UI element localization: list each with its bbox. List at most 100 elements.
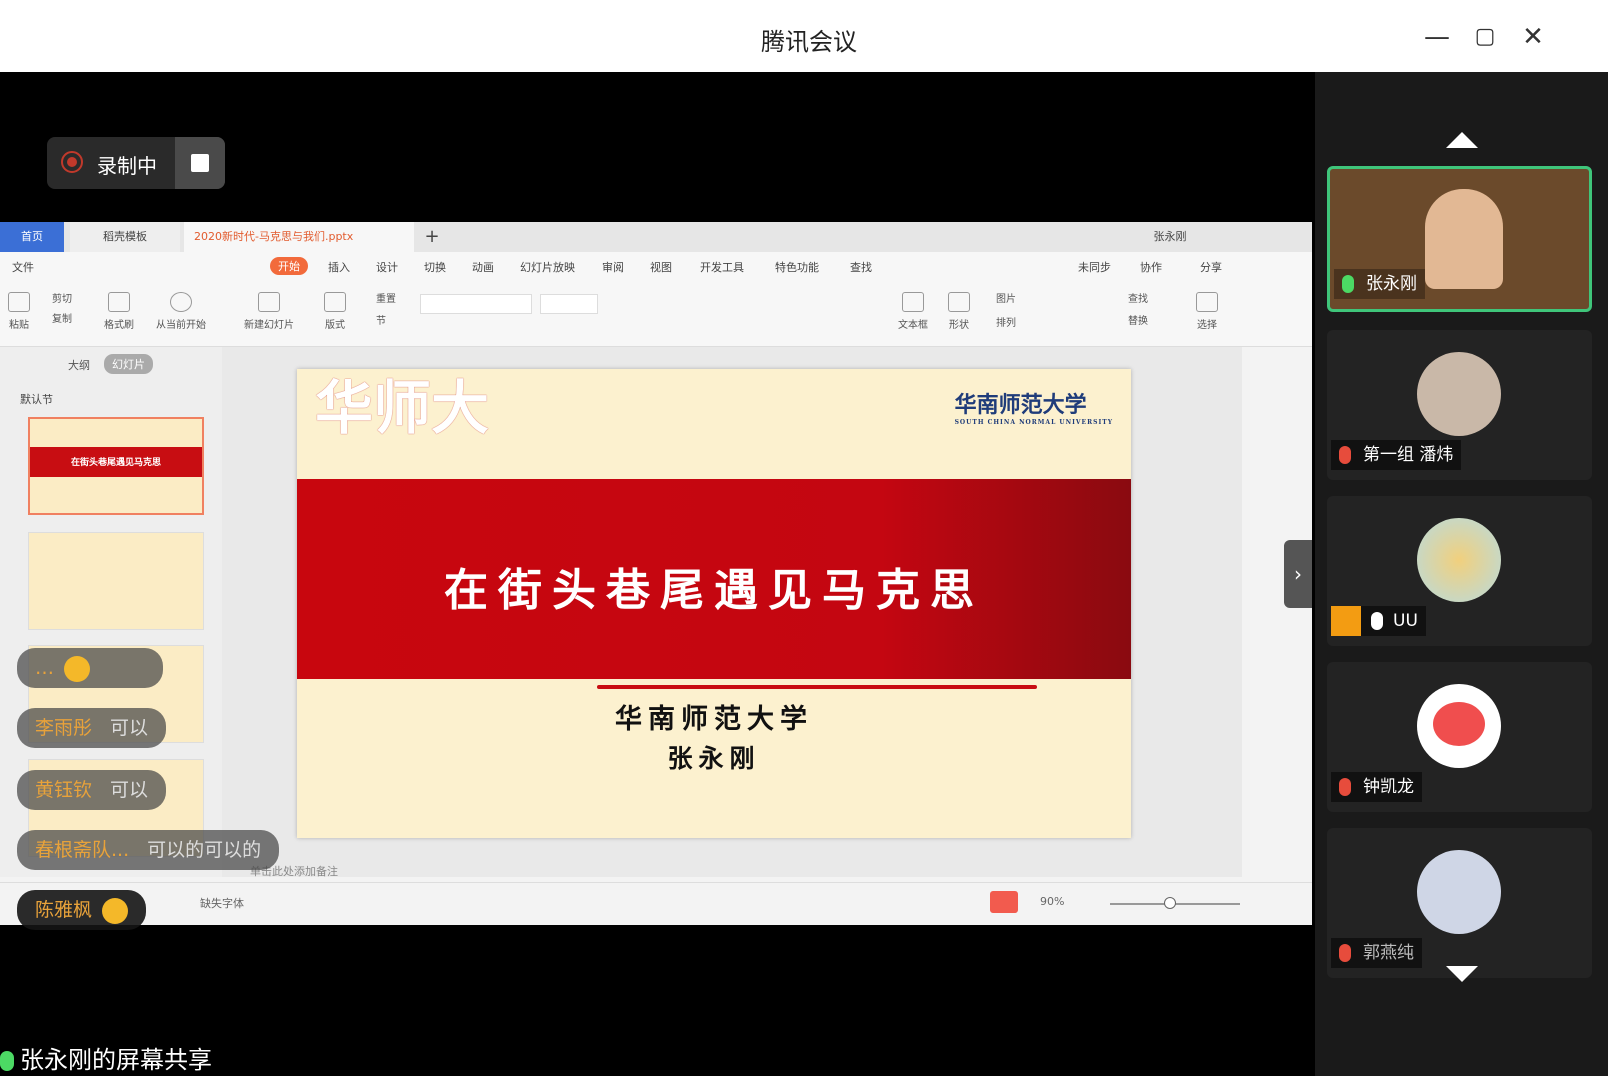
new-slide-button[interactable]: 新建幻灯片: [244, 292, 294, 331]
paste-button[interactable]: 粘贴: [8, 292, 30, 331]
wps-status-bar: 单击此处添加备注 缺失字体 90%: [0, 865, 1312, 925]
menu-animation[interactable]: 动画: [472, 259, 494, 275]
slide-calligraphy: 华师大: [315, 374, 490, 442]
menu-file[interactable]: 文件: [12, 259, 34, 275]
minimize-icon[interactable]: —: [1422, 22, 1452, 52]
chat-bubble-5: 陈雅枫: [17, 890, 147, 930]
slide-thumbnail-2[interactable]: [28, 532, 204, 630]
slide-author: 张永刚: [667, 744, 761, 773]
window-title: 腾讯会议: [761, 28, 857, 56]
menu-unsynced[interactable]: 未同步: [1078, 259, 1111, 275]
menu-slideshow[interactable]: 幻灯片放映: [520, 259, 575, 275]
wps-menu-bar: 文件 开始 插入 设计 切换 动画 幻灯片放映 审阅 视图 开发工具 特色功能 …: [0, 252, 1312, 284]
avatar: [1417, 684, 1501, 768]
zoom-slider-handle[interactable]: [1164, 897, 1176, 909]
wps-tab-bar: 首页 稻壳模板 2020新时代-马克思与我们.pptx + 张永刚: [0, 222, 1312, 252]
format-painter-button[interactable]: 格式刷: [104, 292, 134, 331]
tab-template[interactable]: 稻壳模板: [70, 222, 180, 252]
slide-divider: [597, 685, 1037, 689]
menu-design[interactable]: 设计: [376, 259, 398, 275]
mic-icon: [0, 1051, 14, 1071]
tab-document[interactable]: 2020新时代-马克思与我们.pptx: [184, 222, 414, 252]
pig-icon: [1433, 702, 1485, 746]
maximize-icon[interactable]: ▢: [1470, 22, 1500, 52]
section-button[interactable]: 节: [376, 312, 386, 327]
reset-button[interactable]: 重置: [376, 290, 396, 305]
missing-font-label[interactable]: 缺失字体: [200, 895, 244, 911]
mic-muted-icon: [1339, 944, 1351, 962]
font-select[interactable]: [420, 294, 532, 314]
chat-bubble-2: 李雨彤 可以: [17, 708, 167, 748]
select-button[interactable]: 选择: [1196, 292, 1218, 331]
section-label: 默认节: [20, 393, 53, 406]
title-bar: 腾讯会议 — ▢ ✕: [0, 0, 1618, 72]
textbox-button[interactable]: 文本框: [898, 292, 928, 331]
collapse-sidebar-button[interactable]: ›: [1284, 540, 1312, 608]
select-icon: [1196, 292, 1218, 312]
slide-thumbnail-1[interactable]: 在街头巷尾遇见马克思: [28, 417, 204, 515]
scroll-up-icon[interactable]: [1446, 132, 1478, 148]
mic-muted-icon: [1339, 778, 1351, 796]
close-icon[interactable]: ✕: [1518, 22, 1548, 52]
participant-name: 张永刚: [1334, 269, 1425, 299]
menu-collaborate[interactable]: 协作: [1140, 259, 1162, 275]
copy-button[interactable]: 复制: [52, 310, 72, 325]
participant-name: 第一组 潘炜: [1331, 440, 1462, 470]
participant-tile-5[interactable]: 郭燕纯: [1327, 828, 1592, 978]
chat-bubble-4: 春根斋队... 可以的可以的: [17, 830, 280, 870]
layout-icon: [324, 292, 346, 312]
participant-tile-2[interactable]: 第一组 潘炜: [1327, 330, 1592, 480]
wps-user: 张永刚: [1153, 230, 1187, 243]
current-slide: 华师大 华南师范大学 SOUTH CHINA NORMAL UNIVERSITY…: [297, 369, 1131, 838]
brush-icon: [108, 292, 130, 312]
new-slide-icon: [258, 292, 280, 312]
record-icon: [61, 151, 83, 173]
menu-review[interactable]: 审阅: [602, 259, 624, 275]
tab-home[interactable]: 首页: [0, 222, 64, 252]
slides-tab[interactable]: 幻灯片: [104, 354, 153, 374]
paste-icon: [8, 292, 30, 312]
clap-emoji-icon: [64, 655, 90, 682]
participant-name: 钟凯龙: [1331, 772, 1422, 802]
participant-tile-4[interactable]: 钟凯龙: [1327, 662, 1592, 812]
menu-start[interactable]: 开始: [270, 257, 308, 275]
replace-button[interactable]: 替换: [1128, 312, 1148, 327]
shape-button[interactable]: 形状: [948, 292, 970, 331]
zoom-level[interactable]: 90%: [1040, 895, 1064, 908]
wps-ribbon: 粘贴 剪切 复制 格式刷 从当前开始 新建幻灯片 版式 重置 节 文本框 形状 …: [0, 284, 1312, 347]
menu-features[interactable]: 特色功能: [775, 259, 819, 275]
recording-indicator: 录制中: [47, 137, 225, 189]
slide-university: 华南师范大学: [615, 704, 813, 735]
participant-tile-1[interactable]: 张永刚: [1327, 166, 1592, 312]
mic-icon: [1371, 612, 1383, 630]
menu-share[interactable]: 分享: [1200, 259, 1222, 275]
mic-icon: [1342, 275, 1354, 293]
chat-bubble-1: …: [17, 648, 163, 688]
shape-icon: [948, 292, 970, 312]
menu-view[interactable]: 视图: [650, 259, 672, 275]
arrange-button[interactable]: 排列: [996, 314, 1016, 329]
scroll-down-icon[interactable]: [1446, 966, 1478, 982]
new-tab-icon[interactable]: +: [420, 222, 444, 252]
picture-button[interactable]: 图片: [996, 290, 1016, 305]
share-label: 张永刚的屏幕共享: [0, 1040, 212, 1075]
outline-tab[interactable]: 大纲: [68, 357, 90, 373]
play-from-current-button[interactable]: 从当前开始: [156, 292, 206, 331]
slideshow-play-button[interactable]: [990, 891, 1018, 913]
host-icon: [1331, 606, 1361, 636]
font-size-select[interactable]: [540, 294, 598, 314]
menu-developer[interactable]: 开发工具: [700, 259, 744, 275]
menu-search[interactable]: 查找: [850, 259, 872, 275]
avatar: [1417, 850, 1501, 934]
avatar: [1417, 518, 1501, 602]
menu-insert[interactable]: 插入: [328, 259, 350, 275]
chat-bubble-3: 黄钰钦 可以: [17, 770, 167, 810]
stop-recording-button[interactable]: [175, 137, 225, 189]
layout-button[interactable]: 版式: [324, 292, 346, 331]
find-button[interactable]: 查找: [1128, 290, 1148, 305]
avatar: [1417, 352, 1501, 436]
menu-transition[interactable]: 切换: [424, 259, 446, 275]
cut-button[interactable]: 剪切: [52, 290, 72, 305]
participant-tile-3[interactable]: UU: [1327, 496, 1592, 646]
participant-name: 郭燕纯: [1331, 938, 1422, 968]
